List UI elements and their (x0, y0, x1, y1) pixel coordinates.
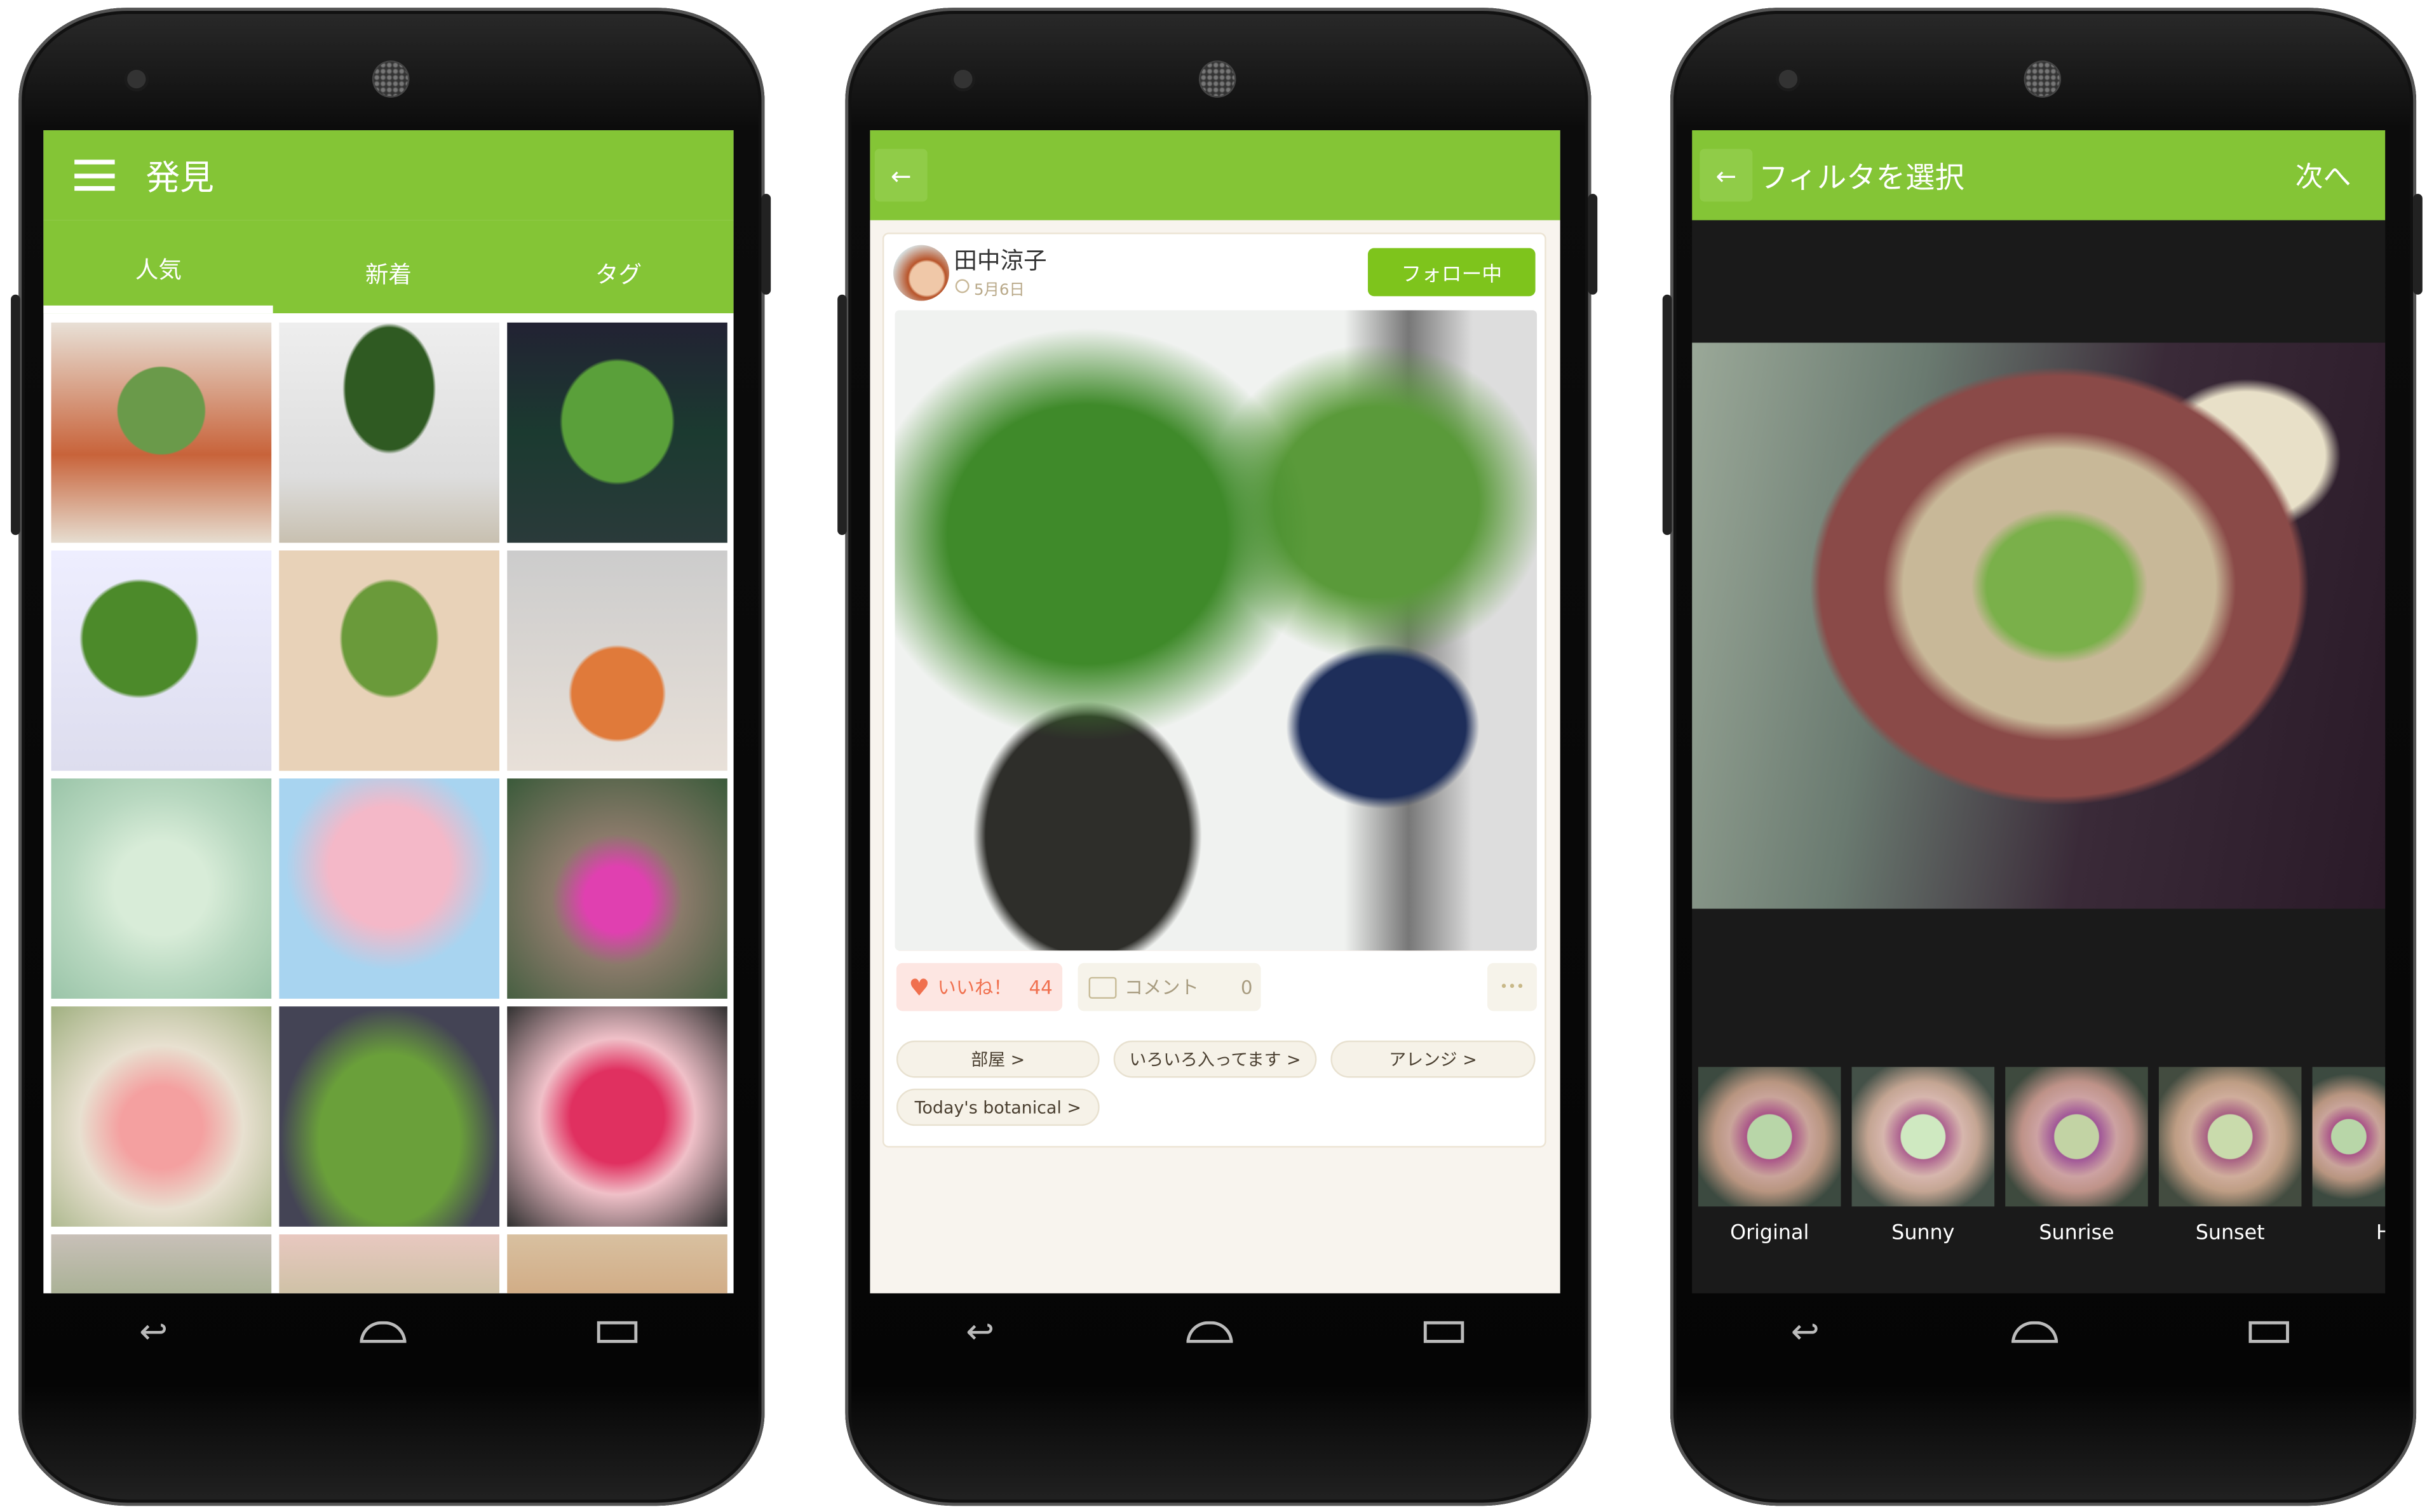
tag-chip[interactable]: 部屋 > (896, 1040, 1100, 1078)
photo-tile[interactable] (279, 778, 500, 999)
filter-thumb-sunny[interactable] (1851, 1067, 1995, 1207)
tab-tags[interactable]: タグ (503, 220, 733, 313)
recents-icon[interactable] (597, 1321, 638, 1343)
system-nav-bar: ↩ (870, 1293, 1560, 1371)
filter-thumb-h[interactable] (2312, 1067, 2386, 1207)
home-icon[interactable] (1186, 1321, 1233, 1343)
photo-tile[interactable] (279, 550, 500, 771)
photo-tile[interactable] (51, 550, 272, 771)
like-button[interactable]: ♥ いいね！ 44 (896, 962, 1063, 1011)
speaker (1200, 62, 1235, 97)
next-button[interactable]: 次へ (2295, 155, 2351, 195)
filter-label: H (2313, 1222, 2385, 1246)
tag-chip[interactable]: いろいろ入ってます > (1113, 1040, 1317, 1078)
photo-tile[interactable] (51, 322, 272, 543)
photo-tile[interactable] (51, 1234, 272, 1293)
more-options-button[interactable]: ••• (1487, 962, 1538, 1011)
app-header: 発見 (43, 130, 734, 220)
tag-chip[interactable]: Today's botanical > (896, 1088, 1100, 1126)
system-nav-bar: ↩ (43, 1293, 733, 1371)
filter-label: Sunset (2195, 1222, 2265, 1246)
comment-button[interactable]: コメント 0 (1078, 962, 1261, 1011)
page-title: 発見 (145, 159, 214, 199)
photo-tile[interactable] (279, 1234, 500, 1293)
photo-tile[interactable] (507, 1234, 727, 1293)
follow-button[interactable]: フォロー中 (1367, 248, 1536, 297)
photo-tile[interactable] (279, 1006, 500, 1227)
tab-popular[interactable]: 人気 (43, 220, 274, 314)
front-camera (1778, 69, 1798, 89)
preview-photo (1692, 342, 2386, 909)
phone-post-detail: ← 田中涼子 5月6日 フォロー中 ♥ いいね！ 44 コメント 0 ••• 部屋 >… (837, 8, 1598, 1506)
home-icon[interactable] (2011, 1321, 2058, 1343)
tab-bar: 人気 新着 タグ (43, 220, 734, 314)
app-header: ← (870, 130, 1560, 220)
back-icon[interactable]: ↩ (1791, 1313, 1820, 1351)
arrow-left-icon[interactable]: ← (1700, 149, 1753, 202)
recents-icon[interactable] (1424, 1321, 1464, 1343)
photo-tile[interactable] (507, 322, 727, 543)
post-photo[interactable] (895, 310, 1538, 951)
filter-thumb-sunset[interactable] (2158, 1067, 2302, 1207)
clock-icon (955, 279, 970, 294)
tab-new[interactable]: 新着 (273, 220, 503, 313)
page-title: フィルタを選択 (1759, 160, 1964, 195)
back-icon[interactable]: ↩ (139, 1313, 168, 1351)
photo-tile[interactable] (279, 322, 500, 543)
photo-tile[interactable] (51, 778, 272, 999)
photo-tile[interactable] (507, 778, 727, 999)
home-icon[interactable] (359, 1321, 406, 1343)
filter-thumb-sunrise[interactable] (2005, 1067, 2148, 1207)
front-camera (954, 69, 973, 89)
heart-icon: ♥ (909, 973, 930, 1001)
phone-discover: 発見 人気 新着 タグ ↩ (11, 8, 771, 1506)
hamburger-menu-icon[interactable] (74, 159, 115, 191)
filter-label: Sunny (1891, 1222, 1955, 1246)
app-header: ← フィルタを選択 次へ (1692, 130, 2386, 220)
system-nav-bar: ↩ (1695, 1293, 2385, 1371)
photo-tile[interactable] (51, 1006, 272, 1227)
recents-icon[interactable] (2248, 1321, 2290, 1343)
filter-label: Original (1730, 1222, 1809, 1246)
tag-chip[interactable]: アレンジ > (1330, 1040, 1536, 1078)
filter-label: Sunrise (2039, 1222, 2114, 1246)
avatar[interactable] (893, 245, 949, 301)
photo-tile[interactable] (507, 1006, 727, 1227)
post-card: 田中涼子 5月6日 フォロー中 ♥ いいね！ 44 コメント 0 ••• 部屋 > い… (882, 233, 1546, 1148)
filter-thumb-original[interactable] (1698, 1067, 1841, 1207)
comment-bubble-icon (1088, 976, 1117, 998)
phone-filter-select: ← フィルタを選択 次へ Original Sunny Sunrise Suns… (1662, 8, 2423, 1506)
user-name[interactable]: 田中涼子 (954, 243, 1046, 276)
back-icon[interactable]: ↩ (966, 1313, 994, 1351)
post-date: 5月6日 (973, 282, 1025, 300)
front-camera (127, 69, 146, 89)
photo-tile[interactable] (507, 550, 727, 771)
speaker (2025, 62, 2060, 97)
speaker (374, 62, 408, 97)
arrow-left-icon[interactable]: ← (874, 149, 928, 202)
